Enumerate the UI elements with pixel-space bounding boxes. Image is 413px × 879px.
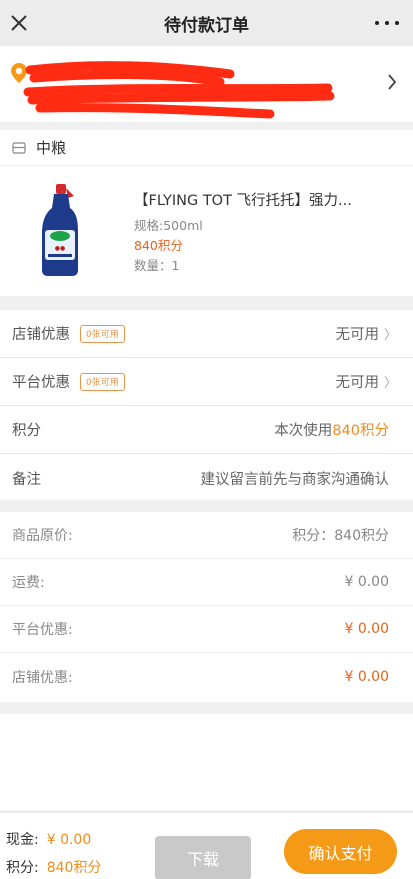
- remark-label: 备注: [12, 471, 41, 488]
- platform-coupon-value: 无可用: [335, 375, 380, 391]
- redaction-scribble: [23, 61, 335, 119]
- close-icon[interactable]: [4, 8, 34, 38]
- store-coupon-label: 店铺优惠: [12, 327, 70, 343]
- shop-header: 中粮: [0, 130, 413, 166]
- points-value-amount: 840积分: [332, 423, 389, 439]
- product-spec: 规格:500ml: [134, 218, 203, 233]
- summary-row-shipping: 运费: ¥ 0.00: [0, 559, 413, 606]
- summary-label: 商品原价:: [12, 528, 73, 544]
- cash-label: 现金:: [6, 832, 39, 848]
- price-summary: 商品原价: 积分：840积分 运费: ¥ 0.00 平台优惠: ¥ 0.00 店…: [0, 512, 413, 702]
- page-title: 待付款订单: [164, 15, 249, 36]
- points-total-label: 积分:: [6, 860, 39, 876]
- points-row: 积分 本次使用840积分: [0, 406, 413, 454]
- remark-row[interactable]: 备注 建议留言前先与商家沟通确认: [0, 454, 413, 502]
- header: 待付款订单: [0, 0, 413, 46]
- points-label: 积分: [12, 423, 41, 439]
- chevron-right-icon[interactable]: [387, 74, 397, 90]
- summary-label: 平台优惠:: [12, 622, 73, 638]
- cash-amount: ¥ 0.00: [46, 832, 92, 848]
- more-icon[interactable]: [375, 14, 399, 32]
- summary-value: 积分：840积分: [292, 528, 389, 544]
- product-quantity: 数量：1: [134, 258, 180, 273]
- summary-label: 运费:: [12, 575, 45, 591]
- points-value-prefix: 本次使用: [274, 423, 333, 439]
- store-coupon-row[interactable]: 店铺优惠 0张可用 无可用 〉: [0, 310, 413, 358]
- product-item[interactable]: ●● 【FLYING TOT 飞行托托】强力... 规格:500ml 840积分…: [0, 166, 413, 296]
- chevron-right-icon: 〉: [383, 328, 397, 343]
- summary-row-platform-discount: 平台优惠: ¥ 0.00: [0, 606, 413, 653]
- remark-input[interactable]: 建议留言前先与商家沟通确认: [201, 468, 390, 489]
- platform-coupon-badge: 0张可用: [80, 372, 125, 391]
- empty-area: [0, 714, 413, 810]
- store-icon: [12, 141, 26, 154]
- summary-row-original-price: 商品原价: 积分：840积分: [0, 512, 413, 559]
- summary-value: ¥ 0.00: [344, 574, 389, 590]
- confirm-pay-button[interactable]: 确认支付: [284, 829, 397, 874]
- chevron-right-icon: 〉: [383, 376, 397, 391]
- store-coupon-badge: 0张可用: [80, 324, 125, 343]
- bottom-bar: 现金: ¥ 0.00 积分: 840积分 下载 确认支付: [0, 812, 413, 879]
- shop-section: 中粮 ●● 【FLYING TOT 飞行托托】强力... 规格:500ml 84…: [0, 130, 413, 296]
- product-points: 840积分: [134, 238, 183, 253]
- cash-total: 现金: ¥ 0.00: [6, 829, 91, 849]
- points-total: 积分: 840积分: [6, 857, 101, 877]
- summary-row-store-discount: 店铺优惠: ¥ 0.00: [0, 653, 413, 700]
- platform-coupon-label: 平台优惠: [12, 375, 70, 391]
- platform-coupon-row[interactable]: 平台优惠 0张可用 无可用 〉: [0, 358, 413, 406]
- summary-label: 店铺优惠:: [12, 669, 73, 686]
- summary-value: ¥ 0.00: [344, 621, 389, 637]
- summary-value: ¥ 0.00: [344, 668, 389, 685]
- address-selector[interactable]: [0, 46, 413, 122]
- order-options: 店铺优惠 0张可用 无可用 〉 平台优惠 0张可用 无可用 〉 积分 本次使用8…: [0, 310, 413, 500]
- points-value: 本次使用840积分: [274, 419, 389, 440]
- store-coupon-value: 无可用: [335, 327, 380, 343]
- download-button[interactable]: 下载: [155, 836, 251, 879]
- svg-text:●●: ●●: [55, 245, 65, 252]
- shop-name: 中粮: [36, 139, 67, 157]
- product-image: ●●: [42, 184, 78, 276]
- points-total-amount: 840积分: [46, 860, 102, 876]
- product-title: 【FLYING TOT 飞行托托】强力...: [134, 193, 352, 209]
